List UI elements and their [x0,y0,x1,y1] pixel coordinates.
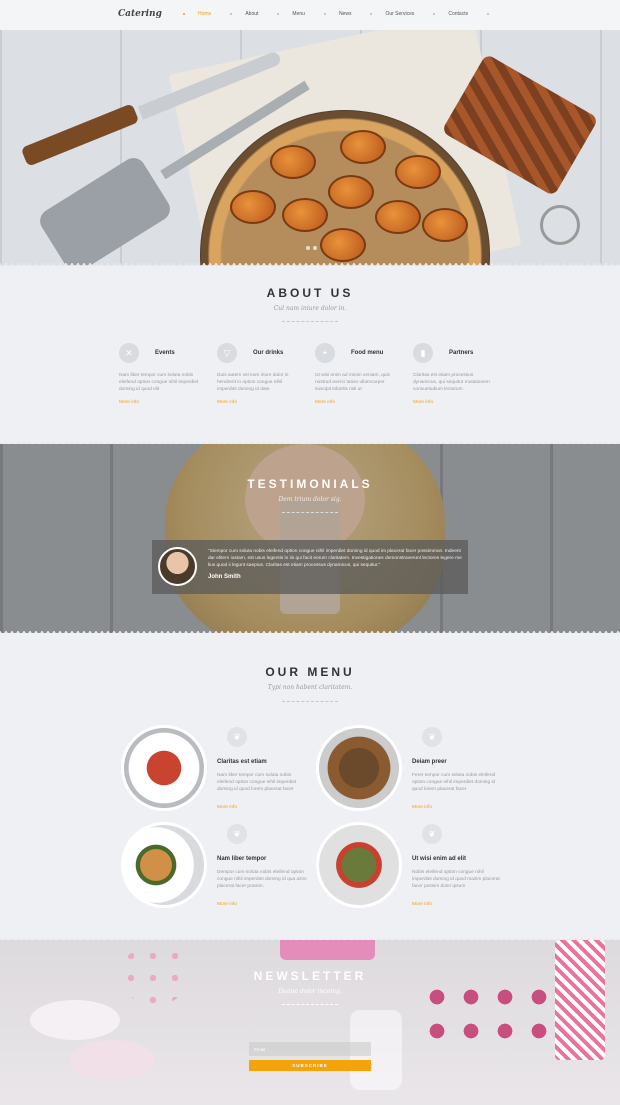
bullet-icon [323,13,326,15]
apricot [320,228,366,262]
slider-pagination[interactable] [306,246,317,250]
menu-title: OUR MENU [265,665,355,679]
more-info-link[interactable]: More info [412,805,432,810]
top-navigation: Catering Home About Menu News Our Servic… [0,0,620,30]
email-input[interactable] [249,1042,371,1056]
more-info-link[interactable]: More info [119,400,217,405]
testimonial-text: "Siempor cum soluta nobis eleifend optio… [208,549,462,568]
title-underline [282,512,338,513]
apricot [328,175,374,209]
slide-dot[interactable] [313,246,317,250]
dish-card: ❦ Claritas est etiam Nam liber tempor cu… [121,725,321,815]
main-menu: Home About Menu News Our Services Contac… [183,11,502,17]
newsletter-section: NEWSLETTER Duane dolor incomg. SUBSCRIBE [0,940,620,1105]
bullet-icon [277,13,280,15]
apricot [282,198,328,232]
dish-photo[interactable] [316,725,402,811]
testimonials-subtitle: Dem trium dolor sig. [278,496,342,503]
features-list: ✕ Events Nam liber tempor cum soluta nobi… [119,342,511,405]
spatula [35,153,175,266]
menu-section: OUR MENU Typi non habent claritatem. ❦ C… [0,633,620,940]
dish-photo[interactable] [316,822,402,908]
newsletter-subtitle: Duane dolor incomg. [278,988,342,995]
fork-knife-icon: ✕ [119,343,139,363]
apricot [270,145,316,179]
avatar [158,547,197,586]
dish-card: ❦ Nam liber tempor Dempor cum soluta nob… [121,822,321,912]
leaf-icon: ❦ [227,727,247,747]
knife-handle [20,103,140,167]
title-underline [282,1004,338,1005]
apricot [230,190,276,224]
bottle-icon: ▮ [413,343,433,363]
nav-item-services[interactable]: Our Services [370,11,433,17]
testimonial-card: "Siempor cum soluta nobis eleifend optio… [152,540,468,594]
dish-card: ❦ Ut wisi enim ad elit Nobis eleifend op… [316,822,516,912]
nav-item-news[interactable]: News [323,11,371,17]
bullet-icon [230,13,233,15]
newsletter-title: NEWSLETTER [253,969,367,983]
more-info-link[interactable]: More info [217,805,237,810]
testimonials-section: TESTIMONIALS Dem trium dolor sig. "Siemp… [0,444,620,633]
testimonial-author: John Smith [208,574,241,580]
more-info-link[interactable]: More info [412,902,432,907]
cocktail-icon: ▽ [217,343,237,363]
cloche-icon: ◓ [315,343,335,363]
site-logo[interactable]: Catering [118,9,162,19]
more-info-link[interactable]: More info [315,400,413,405]
slide-dot[interactable] [306,246,310,250]
feature-partners: ▮ Partners Claritas est etiam processus d… [413,342,511,405]
hero-image [0,30,620,266]
dish-card: ❦ Deiam preer Ferer tempor cum soluta no… [316,725,516,815]
about-section: ABOUT US Cul nam iniure dolor in. ✕ Event… [0,266,620,444]
bullet-icon [487,13,490,15]
title-underline [282,321,338,322]
dish-photo[interactable] [121,725,207,811]
more-info-link[interactable]: More info [217,400,315,405]
menu-subtitle: Typi non habent claritatem. [267,684,353,691]
about-title: ABOUT US [266,286,354,300]
testimonials-title: TESTIMONIALS [247,477,373,491]
about-subtitle: Cul nam iniure dolor in. [273,305,347,312]
more-info-link[interactable]: More info [413,400,511,405]
subscribe-button[interactable]: SUBSCRIBE [249,1060,371,1071]
whisk [540,205,580,245]
feature-drinks: ▽ Our drinks Duis autem vel eum iriure do… [217,342,315,405]
apricot [340,130,386,164]
feature-food-menu: ◓ Food menu Ut wisi enim ad minim veniam,… [315,342,413,405]
leaf-icon: ❦ [227,824,247,844]
nav-item-menu[interactable]: Menu [277,11,324,17]
nav-item-home[interactable]: Home [183,11,230,17]
feature-events: ✕ Events Nam liber tempor cum soluta nobi… [119,342,217,405]
apricot [422,208,468,242]
title-underline [282,701,338,702]
more-info-link[interactable]: More info [217,902,237,907]
bullet-icon [433,13,436,15]
apricot [395,155,441,189]
bullet-icon [183,13,185,15]
apricot [375,200,421,234]
dish-photo[interactable] [121,822,207,908]
nav-item-about[interactable]: About [230,11,277,17]
leaf-icon: ❦ [422,727,442,747]
bullet-icon [370,13,373,15]
leaf-icon: ❦ [422,824,442,844]
nav-item-contacts[interactable]: Contacts [433,11,502,17]
